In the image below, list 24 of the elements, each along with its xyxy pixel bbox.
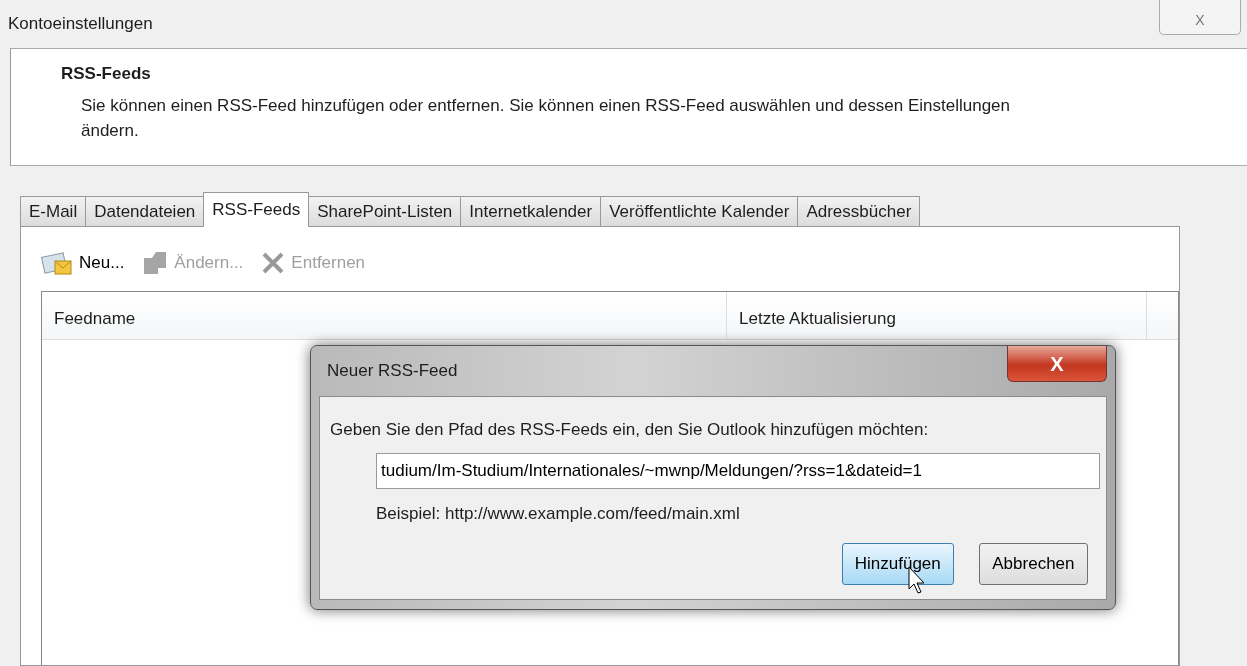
column-header[interactable]: Feedname — [42, 292, 727, 339]
header-description: Sie können einen RSS-Feed hinzufügen oder entfernen. Sie können einen RSS-Feed auswählen und dessen Einstellungen ändern. — [81, 94, 1012, 142]
add-button[interactable]: Hinzufügen — [841, 543, 954, 585]
envelope-icon — [41, 249, 73, 277]
prompt-text: Geben Sie den Pfad des RSS-Feeds ein, den Sie Outlook hinzufügen möchten: — [330, 419, 930, 441]
tab[interactable]: RSS-Feeds — [203, 192, 310, 227]
toolbar-button[interactable]: Neu... — [41, 249, 125, 277]
tab[interactable]: Adressbücher — [797, 196, 921, 226]
tab[interactable]: SharePoint-Listen — [308, 196, 462, 226]
close-button[interactable]: X — [1159, 0, 1241, 35]
example-text: Beispiel: http://www.example.com/feed/main.xml — [376, 502, 741, 525]
tab[interactable]: Internetkalender — [460, 196, 602, 226]
close-button[interactable]: X — [1007, 346, 1107, 382]
url-field[interactable]: tudium/Im-Studium/Internationales/~mwnp/Meldungen/?rss=1&dateid=1 — [376, 452, 1100, 489]
window-title: Kontoeinstellungen — [8, 13, 153, 36]
close-icon — [261, 251, 286, 275]
column-header[interactable]: Letzte Aktualisierung — [727, 292, 1147, 339]
header-title: RSS-Feeds — [61, 63, 152, 85]
card-icon — [142, 250, 169, 276]
tab[interactable]: Veröffentlichte Kalender — [600, 196, 799, 226]
tab[interactable]: E-Mail — [20, 196, 87, 226]
dialog-title: Neuer RSS-Feed — [327, 360, 458, 383]
tab[interactable]: Datendateien — [85, 196, 205, 226]
cancel-button[interactable]: Abbrechen — [979, 543, 1088, 585]
